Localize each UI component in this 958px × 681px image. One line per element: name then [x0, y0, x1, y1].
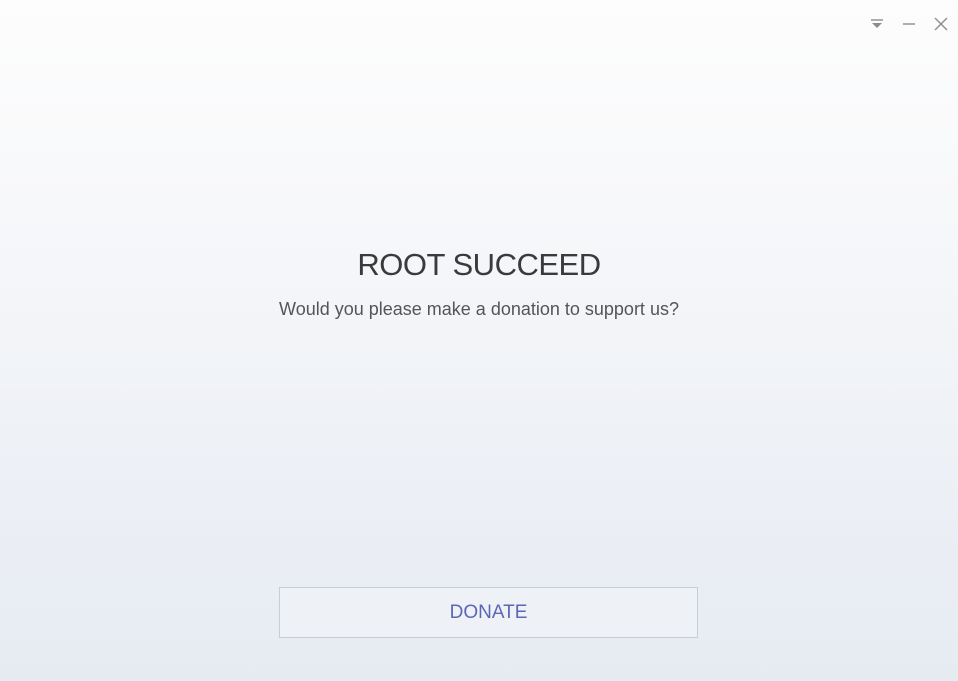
- root-result-window: ROOT SUCCEED Would you please make a don…: [0, 0, 958, 681]
- window-controls: [868, 12, 950, 36]
- minimize-icon[interactable]: [900, 15, 918, 33]
- donate-button[interactable]: DONATE: [279, 587, 698, 638]
- donation-prompt: Would you please make a donation to supp…: [279, 299, 679, 319]
- page-title: ROOT SUCCEED: [357, 247, 601, 282]
- result-message: ROOT SUCCEED Would you please make a don…: [0, 245, 958, 321]
- dropdown-arrow-icon[interactable]: [868, 15, 886, 33]
- close-icon[interactable]: [932, 15, 950, 33]
